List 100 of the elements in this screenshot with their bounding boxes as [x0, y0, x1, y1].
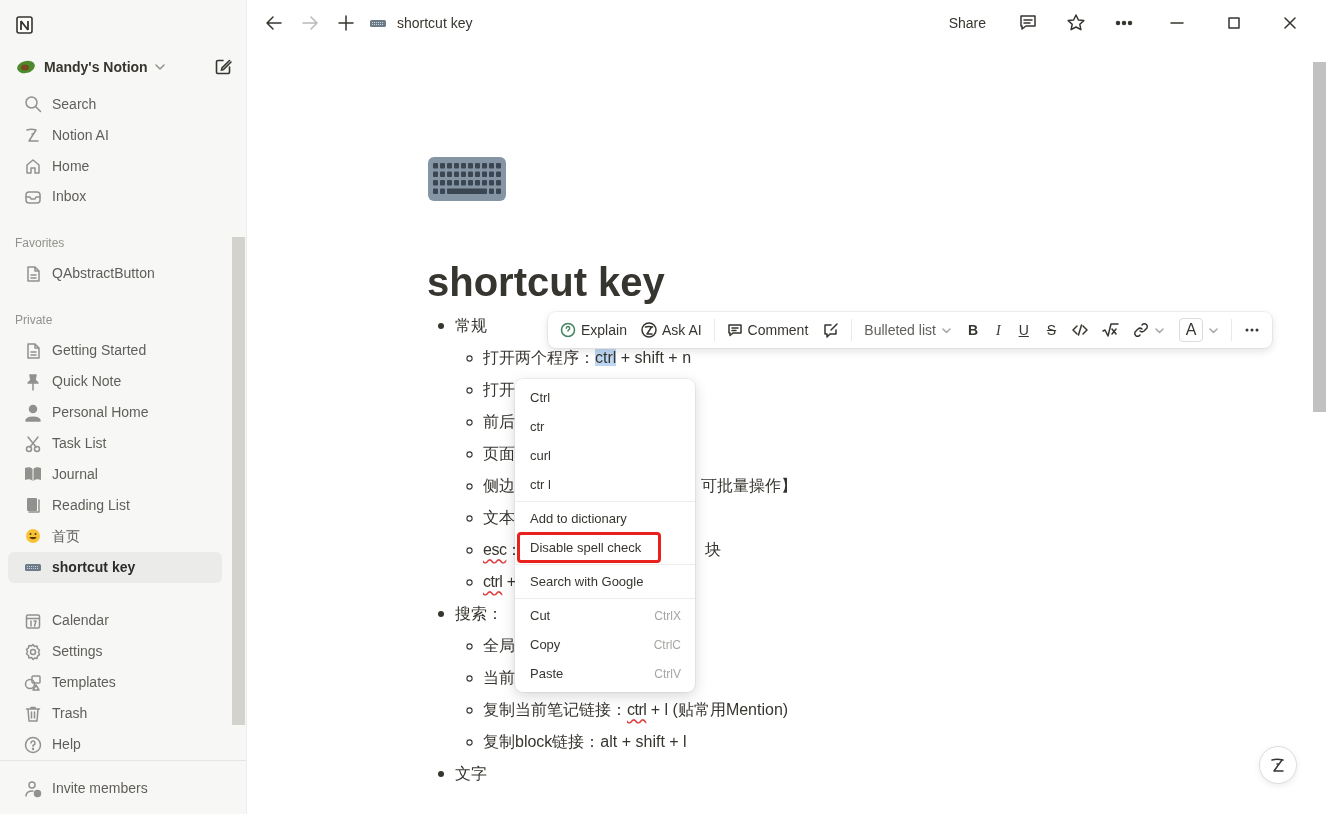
link-icon	[1133, 322, 1150, 338]
book-icon	[24, 496, 42, 515]
bullet-icon	[465, 547, 473, 554]
bullet-icon	[465, 707, 473, 714]
page-title: shortcut key	[427, 259, 666, 306]
menu-item[interactable]: Paste CtrlV	[515, 659, 695, 688]
help-icon	[560, 322, 576, 338]
list-item-text: 侧边	[483, 477, 515, 494]
pin-icon	[24, 372, 42, 391]
menu-item[interactable]: Cut CtrlX	[515, 601, 695, 630]
sidebar-item[interactable]: Quick Note	[8, 366, 222, 398]
sidebar-item[interactable]: Personal Home	[8, 397, 222, 429]
sidebar-item[interactable]: Invite members	[8, 773, 222, 805]
add-person-icon	[24, 779, 42, 798]
shortcut-hint: CtrlV	[654, 665, 681, 683]
sidebar-item[interactable]: 首页	[8, 520, 222, 552]
list-item-text: 复制当前笔记链接：ctrl + l (贴常用Mention)	[483, 700, 789, 720]
keyboard-icon[interactable]	[427, 156, 507, 202]
workspace-name[interactable]: Mandy's Notion	[44, 56, 148, 78]
forward-icon	[301, 14, 319, 32]
new-page-icon[interactable]	[214, 58, 232, 77]
breadcrumb-link[interactable]: shortcut key	[397, 12, 473, 34]
sidebar-item[interactable]: Getting Started	[8, 335, 222, 367]
block-type-dropdown[interactable]: Bulleted list	[858, 316, 958, 344]
comment-icon	[726, 322, 743, 338]
menu-item[interactable]: Disable spell check	[518, 533, 660, 562]
sidebar-item[interactable]: Inbox	[8, 181, 222, 213]
sidebar-item[interactable]: Search	[8, 88, 222, 120]
book-icon	[24, 465, 42, 484]
bullet-icon	[465, 483, 473, 490]
section-heading: Favorites	[14, 235, 66, 253]
bold-button[interactable]: B	[959, 316, 986, 344]
italic-button[interactable]: I	[988, 316, 1009, 344]
avocado-icon	[16, 59, 36, 76]
ask-ai-button[interactable]: Ask AI	[634, 316, 708, 344]
list-item-text: esc：	[483, 541, 515, 558]
shortcut-hint: CtrlX	[654, 607, 681, 625]
bullet-icon	[465, 515, 473, 522]
sidebar-item[interactable]: shortcut key	[8, 551, 222, 583]
plus-icon	[337, 14, 355, 32]
bullet-icon	[465, 419, 473, 426]
scissors-icon	[24, 434, 42, 453]
menu-item[interactable]: Ctrl	[515, 383, 695, 412]
logo-icon[interactable]	[16, 15, 34, 35]
sidebar-item[interactable]: Settings	[8, 636, 222, 668]
bullet-icon	[465, 643, 473, 650]
sidebar-item[interactable]: Reading List	[8, 489, 222, 521]
bullet-icon	[465, 451, 473, 458]
help-icon	[24, 735, 42, 754]
scrollbar[interactable]	[232, 237, 245, 725]
sidebar-item[interactable]: Journal	[8, 458, 222, 490]
list-item-text: 块	[705, 540, 721, 560]
menu-item[interactable]: ctr	[515, 412, 695, 441]
document-icon	[24, 264, 42, 283]
bullet-icon	[438, 771, 444, 777]
bullet-icon	[465, 579, 473, 586]
sidebar-item[interactable]: Task List	[8, 428, 222, 459]
comment-button[interactable]: Comment	[720, 316, 815, 344]
explain-button[interactable]: Explain	[554, 316, 633, 344]
calendar-icon	[24, 611, 42, 630]
list-item-text: 文本	[483, 508, 515, 528]
bullet-icon	[465, 355, 473, 362]
text-color-button[interactable]: A	[1173, 316, 1226, 344]
share-button[interactable]: Share	[944, 8, 990, 38]
menu-item[interactable]: Search with Google	[515, 567, 695, 596]
close-icon	[1284, 17, 1296, 29]
sidebar-item[interactable]: Notion AI	[8, 119, 222, 151]
menu-item[interactable]: Copy CtrlC	[515, 630, 695, 659]
menu-item[interactable]: Add to dictionary	[515, 504, 695, 533]
list-item-text: 文字	[455, 764, 487, 784]
sidebar-item[interactable]: Help	[8, 729, 222, 761]
menu-item[interactable]: ctr l	[515, 470, 695, 499]
star-icon	[1066, 13, 1086, 33]
sidebar-item[interactable]: Templates	[8, 667, 222, 699]
person-icon	[24, 403, 42, 422]
sidebar-item[interactable]: QAbstractButton	[8, 258, 222, 290]
menu-item[interactable]: curl	[515, 441, 695, 470]
underline-button[interactable]: U	[1010, 316, 1037, 344]
sidebar-item[interactable]: Calendar	[8, 605, 222, 637]
code-icon	[1072, 322, 1089, 338]
sidebar-item[interactable]: Home	[8, 150, 222, 182]
ask-ai-button[interactable]	[1259, 746, 1297, 784]
list-item-text: 打开	[483, 380, 515, 400]
section-heading: Private	[14, 312, 54, 330]
shapes-icon	[24, 673, 42, 692]
settings-icon	[24, 642, 42, 661]
ai-icon	[640, 322, 657, 338]
bullet-icon	[438, 611, 444, 617]
edit-comment-icon	[822, 321, 840, 339]
list-item-text: 前后	[483, 412, 515, 432]
bullet-icon	[465, 675, 473, 682]
strikethrough-button[interactable]: S	[1038, 316, 1065, 344]
minimize-icon	[1170, 22, 1184, 24]
scrollbar[interactable]	[1313, 62, 1326, 412]
maximize-icon	[1228, 17, 1240, 29]
document-icon	[24, 341, 42, 360]
list-item-text: ctrl +	[483, 572, 517, 592]
sidebar-item[interactable]: Trash	[8, 698, 222, 730]
list-item-text: 全局	[483, 636, 515, 656]
list-item-text: 搜索：	[455, 604, 503, 624]
